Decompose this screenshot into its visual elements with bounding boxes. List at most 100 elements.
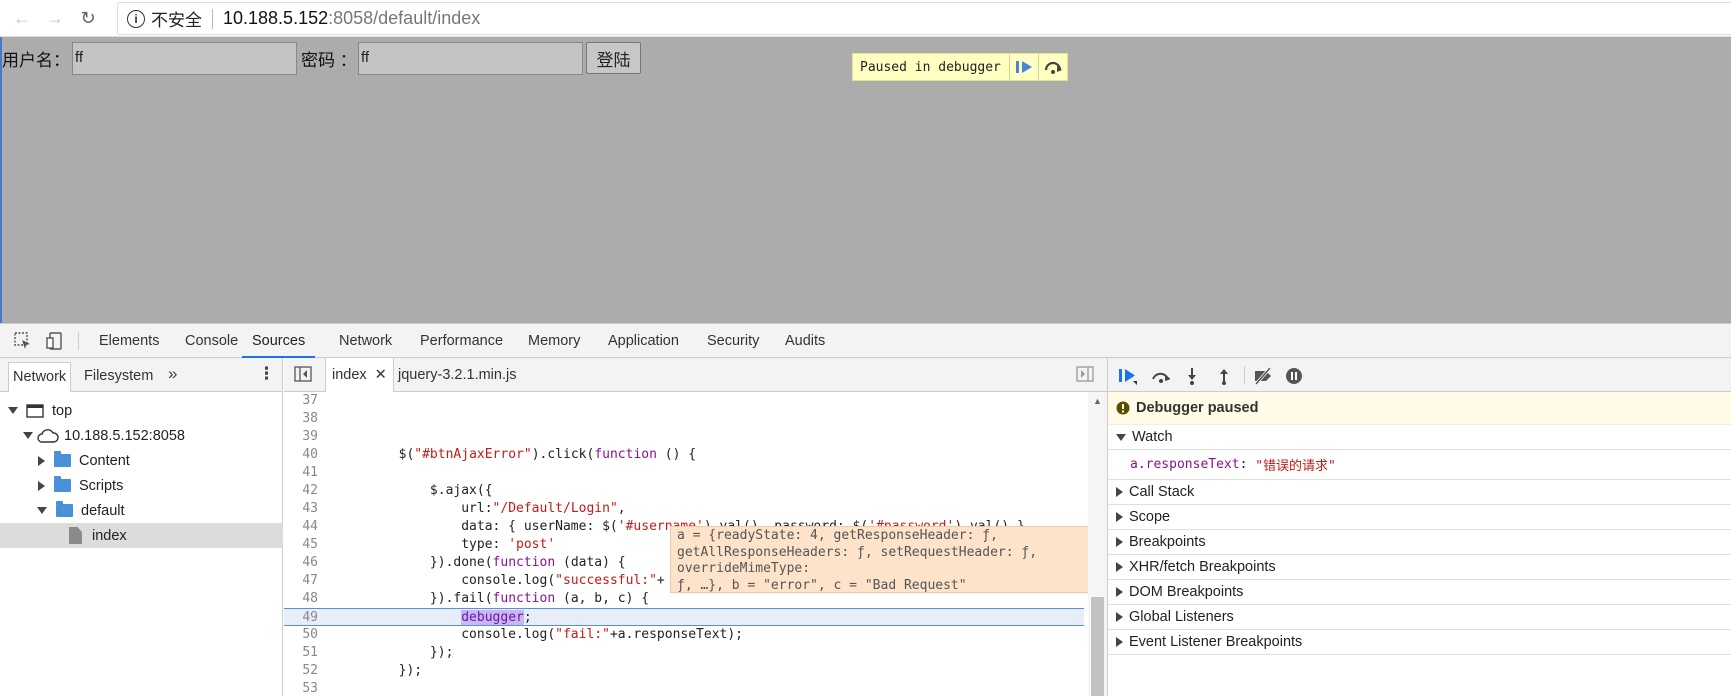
tree-item-scripts[interactable]: Scripts — [0, 473, 283, 498]
login-button[interactable]: 登陆 — [586, 42, 641, 74]
section-watch[interactable]: Watch — [1108, 425, 1731, 450]
expand-icon[interactable] — [1116, 433, 1126, 441]
code-line: 38 — [302, 411, 318, 426]
scrollbar-thumb[interactable] — [1091, 597, 1104, 696]
collapse-icon[interactable] — [1116, 562, 1123, 572]
more-tabs-icon[interactable]: » — [168, 364, 177, 384]
code-line: 39 — [302, 429, 318, 444]
file-icon — [69, 527, 82, 544]
tooltip-line: a = {readyState: 4, getResponseHeader: ƒ… — [677, 528, 998, 543]
collapse-icon[interactable] — [1116, 587, 1123, 597]
step-over-icon[interactable] — [1037, 54, 1067, 80]
step-into-icon[interactable] — [1182, 366, 1202, 386]
nav-tab-network[interactable]: Network — [8, 362, 72, 392]
tab-audits[interactable]: Audits — [785, 324, 825, 358]
deactivate-breakpoints-icon[interactable] — [1252, 366, 1272, 386]
address-bar[interactable]: i 不安全 10.188.5.152:8058/default/index — [117, 2, 1731, 35]
tab-application[interactable]: Application — [608, 324, 679, 358]
editor-tab-index[interactable]: index ✕ — [325, 358, 394, 392]
resume-icon[interactable] — [1118, 366, 1138, 386]
editor-tab-jquery[interactable]: jquery-3.2.1.min.js — [398, 358, 516, 392]
collapse-icon[interactable] — [1116, 512, 1123, 522]
password-input[interactable]: ff — [358, 42, 583, 75]
tree-label: default — [81, 502, 125, 519]
pause-on-exceptions-icon[interactable] — [1284, 366, 1304, 386]
username-input[interactable]: ff — [72, 42, 297, 75]
collapse-icon[interactable] — [1116, 612, 1123, 622]
section-label: Breakpoints — [1129, 534, 1206, 550]
back-icon[interactable]: ← — [10, 6, 34, 30]
scroll-up-icon[interactable]: ▲ — [1093, 396, 1102, 406]
tree-item-default[interactable]: default — [0, 498, 283, 523]
inspect-element-icon[interactable] — [14, 332, 32, 350]
collapse-icon[interactable] — [1116, 637, 1123, 647]
tooltip-line: overrideMimeType: — [677, 561, 811, 576]
tooltip-line: getAllResponseHeaders: ƒ, setRequestHead… — [677, 544, 1038, 560]
collapse-icon[interactable] — [38, 455, 45, 466]
expand-icon[interactable] — [8, 407, 18, 414]
code-line: 51 }); — [302, 645, 454, 660]
editor-scrollbar[interactable]: ▲ — [1088, 392, 1107, 696]
tab-performance[interactable]: Performance — [420, 324, 503, 358]
forward-icon[interactable]: → — [43, 6, 67, 30]
reload-icon[interactable]: ↻ — [76, 6, 100, 30]
security-label[interactable]: 不安全 — [151, 6, 202, 31]
collapse-icon[interactable] — [1116, 537, 1123, 547]
section-call-stack[interactable]: Call Stack — [1108, 480, 1731, 505]
section-global-listeners[interactable]: Global Listeners — [1108, 605, 1731, 630]
debugger-paused-label: Debugger paused — [1136, 400, 1259, 416]
resume-icon[interactable] — [1008, 54, 1038, 80]
close-icon[interactable]: ✕ — [375, 367, 387, 383]
step-out-icon[interactable] — [1214, 366, 1234, 386]
tab-elements[interactable]: Elements — [99, 324, 159, 358]
info-icon[interactable]: i — [127, 9, 145, 28]
collapse-icon[interactable] — [38, 480, 45, 491]
page-viewport: 用户名： ff 密码 ： ff 登陆 Paused in debugger — [0, 37, 1731, 323]
tree-item-top[interactable]: top — [0, 398, 283, 423]
code-line: 50 console.log("fail:"+a.responseText); — [302, 627, 744, 642]
tree-label: index — [92, 527, 127, 544]
tree-item-host[interactable]: 10.188.5.152:8058 — [0, 423, 283, 448]
tree-item-index[interactable]: index — [0, 523, 283, 548]
username-label: 用户名： — [2, 51, 70, 70]
frame-icon — [26, 403, 44, 418]
folder-icon — [54, 451, 71, 467]
code-line: 40 $("#btnAjaxError").click(function () … — [302, 447, 697, 462]
variable-tooltip: a = {readyState: 4, getResponseHeader: ƒ… — [670, 526, 1090, 593]
section-label: Call Stack — [1129, 484, 1195, 500]
divider — [78, 332, 79, 350]
tree-label: Content — [79, 452, 130, 469]
section-dom-breakpoints[interactable]: DOM Breakpoints — [1108, 580, 1731, 605]
device-toolbar-icon[interactable] — [46, 332, 64, 350]
section-label: Event Listener Breakpoints — [1129, 634, 1303, 650]
collapse-icon[interactable] — [1116, 487, 1123, 497]
tree-item-content[interactable]: Content — [0, 448, 283, 473]
step-over-icon[interactable] — [1150, 366, 1170, 386]
tab-memory[interactable]: Memory — [528, 324, 580, 358]
browser-toolbar: ← → ↻ i 不安全 10.188.5.152:8058/default/in… — [0, 0, 1731, 37]
tooltip-line: ƒ, …}, b = "error", c = "Bad Request" — [677, 577, 967, 593]
toggle-debugger-icon[interactable] — [1076, 366, 1094, 385]
section-event-listener-breakpoints[interactable]: Event Listener Breakpoints — [1108, 630, 1731, 655]
tab-console[interactable]: Console — [185, 324, 238, 358]
tree-label: top — [52, 402, 73, 419]
expand-icon[interactable] — [23, 432, 33, 439]
tab-sources[interactable]: Sources — [242, 324, 316, 358]
tab-security[interactable]: Security — [707, 324, 759, 358]
code-area[interactable]: 37 38 39 40 $("#btnAjaxError").click(fun… — [284, 392, 1107, 696]
toggle-navigator-icon[interactable] — [294, 366, 312, 385]
devtools-tab-bar: Elements Console Sources Network Perform… — [0, 324, 1731, 358]
section-xhr-breakpoints[interactable]: XHR/fetch Breakpoints — [1108, 555, 1731, 580]
section-scope[interactable]: Scope — [1108, 505, 1731, 530]
more-options-icon[interactable]: ⋮ — [258, 364, 275, 384]
code-line: 53 — [302, 681, 318, 696]
nav-tab-filesystem[interactable]: Filesystem — [80, 362, 157, 392]
paused-in-debugger-overlay: Paused in debugger — [852, 53, 1068, 81]
watch-expression[interactable]: a.responseText: "错误的请求" — [1108, 450, 1731, 480]
tree-label: 10.188.5.152:8058 — [64, 427, 185, 444]
debugger-paused-banner: Debugger paused — [1108, 392, 1731, 425]
section-breakpoints[interactable]: Breakpoints — [1108, 530, 1731, 555]
expand-icon[interactable] — [37, 507, 47, 514]
code-editor: index ✕ jquery-3.2.1.min.js 37 38 39 40 $… — [284, 358, 1107, 696]
tab-network[interactable]: Network — [339, 324, 392, 358]
